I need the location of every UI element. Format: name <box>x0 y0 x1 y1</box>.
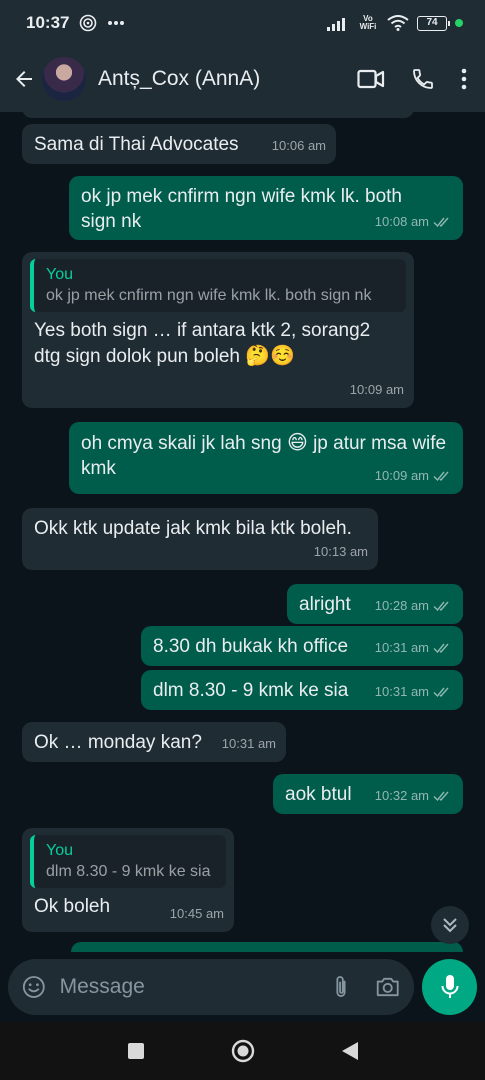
message-bubble[interactable]: oh cmya skali jk lah sng 😄 jp atur msa w… <box>69 422 463 494</box>
message-text: Okk ktk update jak kmk bila ktk boleh. <box>34 518 352 539</box>
message-time: 10:31 am <box>374 640 429 655</box>
message-text: oh cmya skali jk lah sng <box>81 433 282 454</box>
read-receipt-icon <box>433 643 449 653</box>
privacy-indicator-icon <box>455 19 463 27</box>
system-navigation-bar <box>0 1022 485 1080</box>
scroll-to-bottom-button[interactable] <box>431 906 469 944</box>
message-input[interactable] <box>59 975 331 999</box>
status-time: 10:37 <box>26 13 70 32</box>
message-time: 10:31 am <box>374 684 429 699</box>
message-bubble[interactable]: dlm 8.30 - 9 kmk ke sia 10:31 am <box>141 670 463 710</box>
signal-icon <box>327 18 345 31</box>
chat-area: Sama di Thai Advocates 10:06 am ok jp me… <box>0 112 485 952</box>
read-receipt-icon <box>433 687 449 697</box>
avatar[interactable] <box>42 57 86 101</box>
read-receipt-icon <box>433 601 449 611</box>
message-composer <box>0 952 485 1022</box>
message-text: Ok boleh <box>34 896 111 917</box>
message-time: 10:09 am <box>349 382 404 397</box>
video-call-icon[interactable] <box>357 68 385 90</box>
home-button-icon[interactable] <box>231 1039 255 1063</box>
message-bubble[interactable]: Okk ktk update jak kmk bila ktk boleh. 1… <box>22 508 378 570</box>
back-arrow-icon[interactable] <box>12 67 36 91</box>
chat-header: Antș_Cox (AnnA) <box>0 46 485 112</box>
message-emoji: 🤔☺️ <box>245 343 296 367</box>
message-bubble[interactable]: Ok … monday kan? 10:31 am <box>22 722 286 762</box>
read-receipt-icon <box>433 471 449 481</box>
message-time: 10:06 am <box>271 138 326 153</box>
voice-call-icon[interactable] <box>411 67 435 91</box>
contact-name[interactable]: Antș_Cox (AnnA) <box>98 67 357 91</box>
camera-icon[interactable] <box>375 975 400 999</box>
message-bubble-partial <box>71 942 463 952</box>
microphone-icon <box>441 975 458 998</box>
message-time: 10:32 am <box>374 788 429 803</box>
message-text: dlm 8.30 - 9 kmk ke sia <box>153 680 349 701</box>
message-bubble[interactable]: You dlm 8.30 - 9 kmk ke sia Ok boleh 10:… <box>22 828 234 932</box>
emoji-icon[interactable] <box>22 974 46 1000</box>
message-text: aok btul <box>285 784 352 805</box>
message-time: 10:45 am <box>169 906 224 921</box>
message-input-container <box>8 959 414 1015</box>
attachment-icon[interactable] <box>331 973 351 1001</box>
message-bubble[interactable]: Sama di Thai Advocates 10:06 am <box>22 124 336 164</box>
message-text: Ok … monday kan? <box>34 732 202 753</box>
message-text: Sama di Thai Advocates <box>34 134 239 155</box>
quote-text: dlm 8.30 - 9 kmk ke sia <box>46 863 211 880</box>
status-bar: 10:37 Vo WiFi 74 <box>0 0 485 46</box>
message-text: alright <box>299 594 351 615</box>
quote-text: ok jp mek cnfirm ngn wife kmk lk. both s… <box>46 287 372 304</box>
message-text: Yes both sign … if antara ktk 2, sorang2… <box>34 320 371 367</box>
double-chevron-down-icon <box>443 918 457 933</box>
message-time: 10:13 am <box>313 544 368 559</box>
message-bubble[interactable]: You ok jp mek cnfirm ngn wife kmk lk. bo… <box>22 252 414 408</box>
message-time: 10:28 am <box>374 598 429 613</box>
battery-icon: 74 <box>417 15 450 31</box>
message-text: 8.30 dh bukak kh office <box>153 636 349 657</box>
quoted-message[interactable]: You dlm 8.30 - 9 kmk ke sia <box>30 835 226 888</box>
message-emoji: 😄 <box>286 430 308 454</box>
message-bubble[interactable]: alright 10:28 am <box>287 584 463 624</box>
recents-button-icon[interactable] <box>127 1042 145 1060</box>
voice-message-button[interactable] <box>422 959 477 1015</box>
message-time: 10:09 am <box>374 468 429 483</box>
more-options-icon[interactable] <box>461 68 467 90</box>
quoted-message[interactable]: You ok jp mek cnfirm ngn wife kmk lk. bo… <box>30 259 406 312</box>
read-receipt-icon <box>433 791 449 801</box>
message-time: 10:31 am <box>221 736 276 751</box>
message-bubble[interactable]: 8.30 dh bukak kh office 10:31 am <box>141 626 463 666</box>
more-notifications-icon <box>108 21 125 25</box>
back-button-icon[interactable] <box>341 1041 359 1061</box>
wifi-icon <box>387 15 409 31</box>
message-bubble[interactable]: aok btul 10:32 am <box>273 774 463 814</box>
message-bubble-partial <box>22 112 414 118</box>
hotspot-icon <box>80 14 97 32</box>
message-time: 10:08 am <box>374 214 429 229</box>
quote-author: You <box>46 266 73 283</box>
quote-author: You <box>46 842 73 859</box>
vowifi-label: Vo WiFi <box>359 14 377 31</box>
read-receipt-icon <box>433 217 449 227</box>
message-bubble[interactable]: ok jp mek cnfirm ngn wife kmk lk. both s… <box>69 176 463 240</box>
